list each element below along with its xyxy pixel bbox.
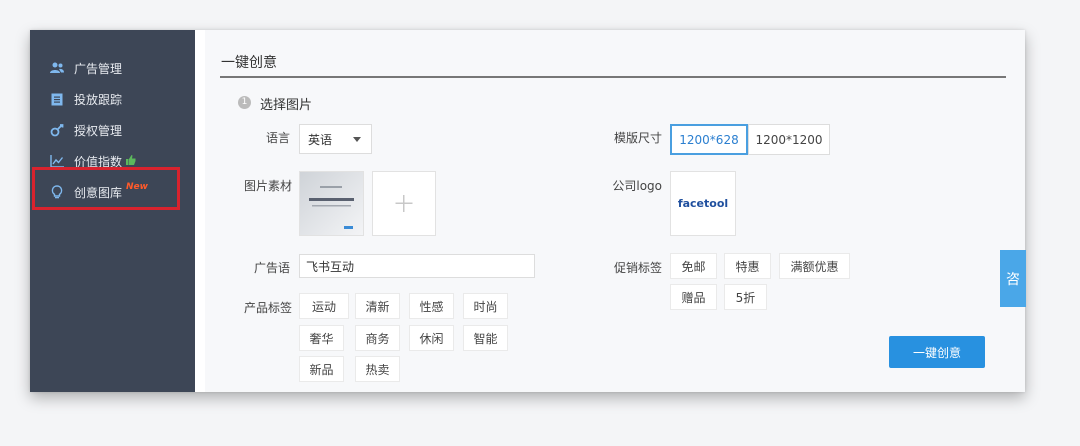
sidebar: 广告管理 投放跟踪 授权管理 价值指数 创意图库 New bbox=[30, 30, 195, 392]
company-logo-thumbnail[interactable]: facetool bbox=[670, 171, 736, 236]
one-click-create-button[interactable]: 一键创意 bbox=[889, 336, 985, 368]
language-select[interactable]: 英语 bbox=[299, 124, 372, 154]
key-icon bbox=[50, 123, 64, 137]
size-option-selected[interactable]: 1200*628 bbox=[670, 124, 748, 155]
product-tag[interactable]: 性感 bbox=[409, 293, 454, 319]
product-tag[interactable]: 奢华 bbox=[299, 325, 344, 351]
title-divider bbox=[220, 76, 1006, 78]
promo-tags-label: 促销标签 bbox=[613, 261, 662, 275]
consult-tab[interactable]: 咨 bbox=[1000, 250, 1026, 307]
ad-slogan-value: 飞书互动 bbox=[306, 259, 355, 274]
language-label: 语言 bbox=[265, 131, 290, 145]
thumbs-up-icon bbox=[126, 154, 136, 168]
trend-chart-icon bbox=[50, 154, 64, 168]
size-option[interactable]: 1200*1200 bbox=[748, 124, 830, 155]
product-tag[interactable]: 新品 bbox=[299, 356, 344, 382]
promo-tag[interactable]: 赠品 bbox=[670, 284, 717, 310]
add-image-button[interactable] bbox=[372, 171, 436, 236]
highlight-annotation bbox=[32, 167, 180, 210]
sidebar-item-label: 广告管理 bbox=[74, 61, 123, 76]
promo-tag[interactable]: 免邮 bbox=[670, 253, 717, 279]
sidebar-item-tracking[interactable]: 投放跟踪 bbox=[50, 88, 122, 110]
product-tag[interactable]: 热卖 bbox=[355, 356, 400, 382]
sidebar-item-label: 投放跟踪 bbox=[74, 92, 123, 107]
product-tag[interactable]: 清新 bbox=[355, 293, 400, 319]
page-title: 一键创意 bbox=[221, 55, 277, 71]
image-material-label: 图片素材 bbox=[243, 179, 292, 193]
sidebar-item-ad-management[interactable]: 广告管理 bbox=[50, 57, 122, 79]
promo-tag[interactable]: 满额优惠 bbox=[779, 253, 850, 279]
users-icon bbox=[50, 61, 64, 75]
product-tag[interactable]: 时尚 bbox=[463, 293, 508, 319]
product-tag[interactable]: 休闲 bbox=[409, 325, 454, 351]
ad-slogan-input[interactable]: 飞书互动 bbox=[299, 254, 535, 278]
language-value: 英语 bbox=[308, 132, 333, 147]
product-tags-label: 产品标签 bbox=[243, 301, 292, 315]
document-icon bbox=[50, 92, 64, 106]
product-tag[interactable]: 商务 bbox=[355, 325, 400, 351]
promo-tag[interactable]: 特惠 bbox=[724, 253, 771, 279]
caret-down-icon bbox=[353, 137, 361, 142]
promo-tag[interactable]: 5折 bbox=[724, 284, 767, 310]
image-material-thumbnail[interactable] bbox=[299, 171, 364, 236]
sidebar-item-label: 授权管理 bbox=[74, 123, 123, 138]
product-tag[interactable]: 智能 bbox=[463, 325, 508, 351]
step-number: 1 bbox=[238, 96, 251, 109]
company-logo-label: 公司logo bbox=[612, 179, 662, 193]
ad-slogan-label: 广告语 bbox=[253, 261, 290, 275]
company-logo-text: facetool bbox=[677, 197, 729, 210]
product-tag[interactable]: 运动 bbox=[299, 293, 349, 319]
sidebar-item-authorization[interactable]: 授权管理 bbox=[50, 119, 122, 141]
template-size-label: 模版尺寸 bbox=[613, 131, 662, 145]
step-label: 选择图片 bbox=[260, 98, 313, 113]
plus-icon bbox=[395, 195, 413, 212]
